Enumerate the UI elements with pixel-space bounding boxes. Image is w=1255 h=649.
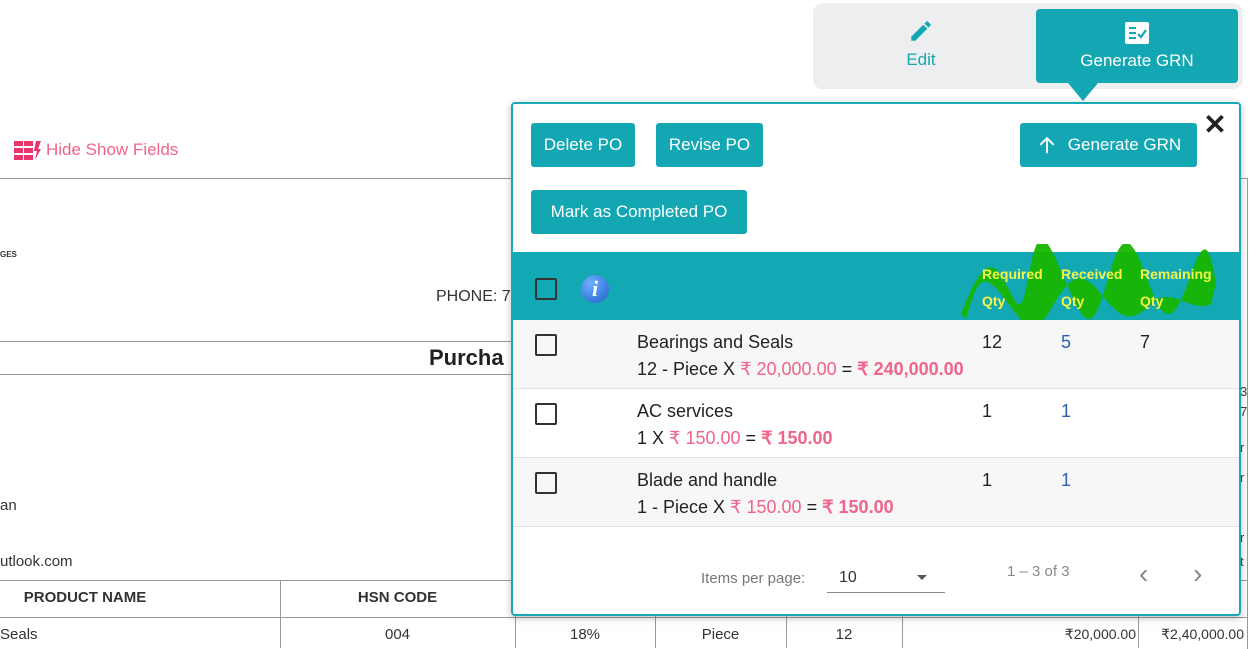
- equals-text: =: [801, 497, 823, 517]
- header-line: Qty: [982, 293, 1006, 309]
- remaining-qty: 7: [1140, 332, 1151, 352]
- header-line: Required: [982, 266, 1043, 282]
- edit-button[interactable]: Edit: [880, 18, 962, 70]
- column-header-hsn-code: HSN CODE: [357, 589, 438, 606]
- tax-cell: 18%: [569, 626, 601, 643]
- previous-page-button[interactable]: ‹: [1139, 558, 1148, 590]
- product-name: AC services: [637, 401, 734, 421]
- clipped-text: 3: [1240, 384, 1248, 399]
- divider: [0, 341, 520, 342]
- received-qty: 1: [1061, 470, 1072, 490]
- quantity-cell: 12: [835, 626, 853, 643]
- hide-show-fields-label: Hide Show Fields: [46, 140, 179, 159]
- items-per-page-label: Items per page:: [701, 570, 806, 587]
- required-qty: 1: [982, 470, 993, 490]
- column-divider: [902, 616, 903, 648]
- column-header-remaining-qty: Remaining Qty: [1140, 261, 1212, 315]
- rate-text: ₹ 150.00: [669, 428, 741, 448]
- total-text: ₹ 150.00: [822, 497, 894, 517]
- product-name-cell: Seals: [0, 626, 38, 643]
- column-header-received-qty: Received Qty: [1061, 261, 1122, 315]
- close-icon[interactable]: ✕: [1202, 111, 1228, 139]
- mark-completed-po-button[interactable]: Mark as Completed PO: [531, 190, 747, 234]
- pencil-icon: [908, 18, 934, 44]
- table-row: Blade and handle 1 - Piece X ₹ 150.00 = …: [513, 458, 1239, 527]
- received-qty: 5: [1061, 332, 1072, 352]
- required-qty: 1: [982, 401, 993, 421]
- table-row: AC services 1 X ₹ 150.00 = ₹ 150.00 1 1: [513, 389, 1239, 458]
- generate-grn-button[interactable]: Generate GRN: [1020, 123, 1197, 167]
- fields-toggle-icon: [14, 139, 42, 161]
- total-text: ₹ 240,000.00: [857, 359, 964, 379]
- row-checkbox[interactable]: [535, 403, 557, 425]
- product-calculation: 1 X ₹ 150.00 = ₹ 150.00: [637, 428, 833, 449]
- chevron-down-icon: [917, 575, 927, 580]
- checklist-icon: [1124, 21, 1150, 45]
- generate-grn-button-label: Generate GRN: [1067, 135, 1182, 154]
- header-line: Qty: [1140, 293, 1164, 309]
- product-calculation: 1 - Piece X ₹ 150.00 = ₹ 150.00: [637, 497, 894, 518]
- page-size-select[interactable]: 10: [827, 562, 945, 593]
- rate-cell: ₹20,000.00: [1064, 626, 1136, 642]
- unit-cell: Piece: [701, 626, 740, 643]
- document-title: Purcha: [429, 345, 504, 370]
- clipped-text: 7: [1240, 404, 1248, 419]
- hsn-code-cell: 004: [384, 626, 411, 643]
- vendor-name-partial: an: [0, 497, 17, 514]
- row-checkbox[interactable]: [535, 334, 557, 356]
- company-tagline: GES: [0, 250, 17, 259]
- qty-text: 1 - Piece X: [637, 497, 731, 517]
- column-header-product-name: PRODUCT NAME: [23, 589, 147, 606]
- info-icon[interactable]: i: [581, 275, 609, 303]
- row-checkbox[interactable]: [535, 472, 557, 494]
- generate-grn-popover: Delete PO Revise PO Generate GRN ✕ Mark …: [511, 102, 1241, 616]
- vendor-email-partial: utlook.com: [0, 553, 73, 570]
- edit-label: Edit: [906, 50, 936, 69]
- total-text: ₹ 150.00: [761, 428, 833, 448]
- product-name: Blade and handle: [637, 470, 778, 490]
- delete-po-button[interactable]: Delete PO: [531, 123, 635, 167]
- phone-label: PHONE: 7: [436, 288, 511, 305]
- equals-text: =: [740, 428, 762, 448]
- page-size-value: 10: [839, 569, 857, 586]
- header-line: Received: [1061, 266, 1123, 282]
- table-row: Bearings and Seals 12 - Piece X ₹ 20,000…: [513, 320, 1239, 389]
- select-all-checkbox[interactable]: [535, 278, 557, 300]
- page-range-label: 1 – 3 of 3: [1007, 563, 1070, 580]
- column-divider: [1138, 616, 1139, 648]
- column-header-required-qty: Required Qty: [982, 261, 1043, 315]
- product-name: Bearings and Seals: [637, 332, 794, 352]
- arrow-up-icon: [1039, 136, 1055, 154]
- hide-show-fields-link[interactable]: Hide Show Fields: [14, 139, 178, 161]
- product-calculation: 12 - Piece X ₹ 20,000.00 = ₹ 240,000.00: [637, 359, 964, 380]
- qty-text: 12 - Piece X: [637, 359, 741, 379]
- amount-cell: ₹2,40,000.00: [1161, 626, 1244, 642]
- required-qty: 12: [982, 332, 1003, 352]
- rate-text: ₹ 150.00: [730, 497, 802, 517]
- qty-text: 1 X: [637, 428, 670, 448]
- next-page-button[interactable]: ›: [1193, 558, 1202, 590]
- popover-caret: [1068, 83, 1098, 101]
- divider: [0, 374, 520, 375]
- header-line: Qty: [1061, 293, 1085, 309]
- generate-grn-tab[interactable]: Generate GRN: [1036, 9, 1238, 83]
- revise-po-button[interactable]: Revise PO: [656, 123, 763, 167]
- rate-text: ₹ 20,000.00: [740, 359, 837, 379]
- equals-text: =: [836, 359, 858, 379]
- header-line: Remaining: [1140, 266, 1212, 282]
- generate-grn-tab-label: Generate GRN: [1080, 51, 1194, 70]
- received-qty: 1: [1061, 401, 1072, 421]
